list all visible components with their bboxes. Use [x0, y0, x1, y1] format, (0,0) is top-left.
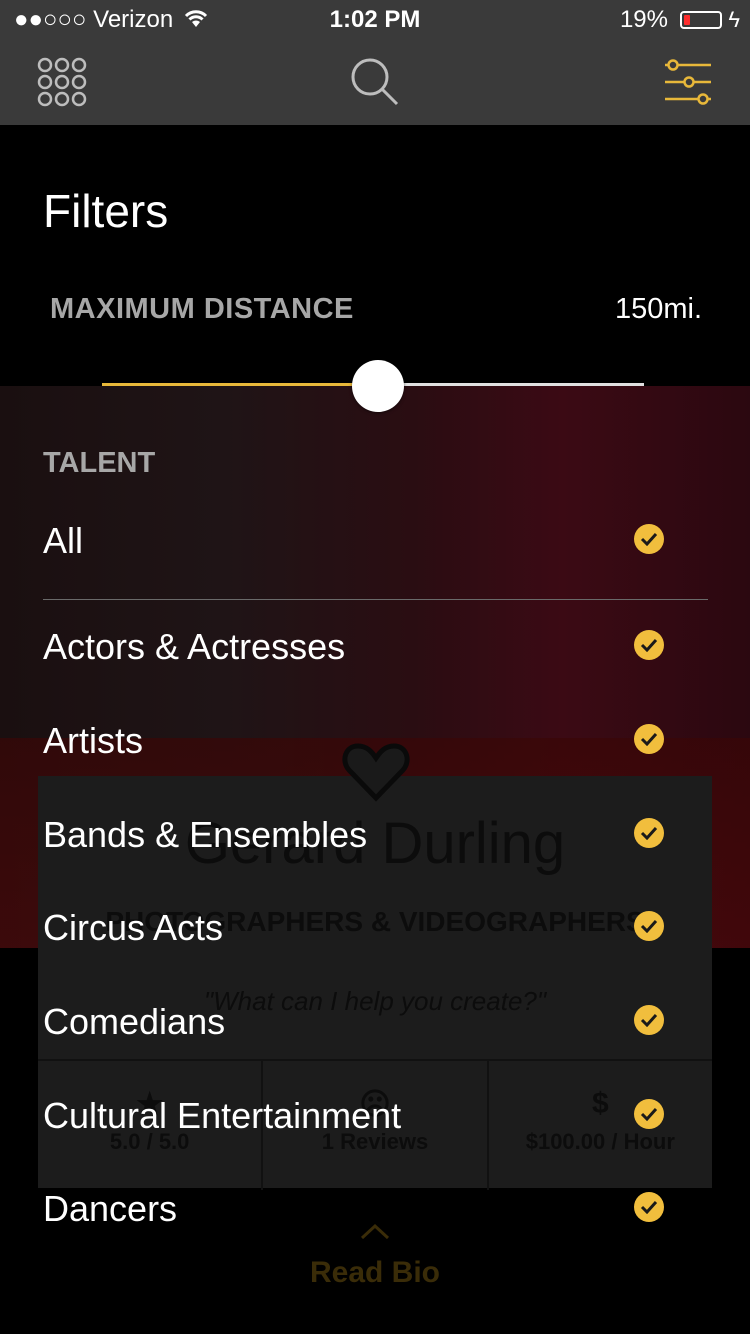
divider: [43, 599, 708, 600]
grid-button[interactable]: [30, 50, 94, 114]
filter-button[interactable]: [656, 50, 720, 114]
talent-label: TALENT: [43, 447, 156, 479]
talent-option-circus[interactable]: Circus Acts: [43, 907, 708, 967]
sliders-icon: [665, 59, 711, 105]
check-icon: [634, 630, 664, 660]
slider-fill: [102, 383, 379, 386]
talent-option-label: Dancers: [43, 1188, 178, 1229]
search-icon: [351, 58, 399, 106]
filters-title: Filters: [43, 185, 169, 237]
read-bio-button: Read Bio: [309, 1256, 441, 1289]
talent-option-all[interactable]: All: [43, 520, 708, 580]
battery-fill: [684, 15, 691, 25]
talent-option-label: Artists: [43, 720, 144, 761]
check-icon: [634, 524, 664, 554]
search-button[interactable]: [343, 50, 407, 114]
talent-option-actors[interactable]: Actors & Actresses: [43, 626, 708, 686]
check-icon: [634, 1005, 664, 1035]
talent-option-cultural[interactable]: Cultural Entertainment: [43, 1095, 708, 1155]
check-icon: [634, 1192, 664, 1222]
battery-icon: [680, 11, 722, 29]
talent-option-label: Comedians: [43, 1001, 226, 1042]
talent-option-label: Bands & Ensembles: [43, 814, 368, 855]
talent-option-bands[interactable]: Bands & Ensembles: [43, 814, 708, 874]
status-bar: ●●○○○ Verizon 1:02 PM 19% ϟ: [0, 0, 750, 40]
distance-value: 150mi.: [614, 293, 702, 325]
talent-option-dancers[interactable]: Dancers: [43, 1188, 708, 1248]
distance-slider[interactable]: [102, 360, 644, 412]
check-icon: [634, 724, 664, 754]
nav-bar: [0, 40, 750, 125]
talent-option-label: All: [43, 520, 84, 561]
check-icon: [634, 911, 664, 941]
battery-percent: 19%: [619, 6, 668, 33]
talent-option-artists[interactable]: Artists: [43, 720, 708, 780]
check-icon: [634, 818, 664, 848]
talent-option-label: Actors & Actresses: [43, 626, 346, 667]
charging-icon: ϟ: [728, 7, 740, 32]
talent-option-comedians[interactable]: Comedians: [43, 1001, 708, 1061]
talent-option-label: Circus Acts: [43, 907, 224, 948]
distance-label: MAXIMUM DISTANCE: [50, 293, 354, 325]
slider-thumb[interactable]: [352, 360, 405, 412]
talent-option-label: Cultural Entertainment: [43, 1095, 402, 1136]
check-icon: [634, 1099, 664, 1129]
grid-icon: [37, 57, 87, 107]
